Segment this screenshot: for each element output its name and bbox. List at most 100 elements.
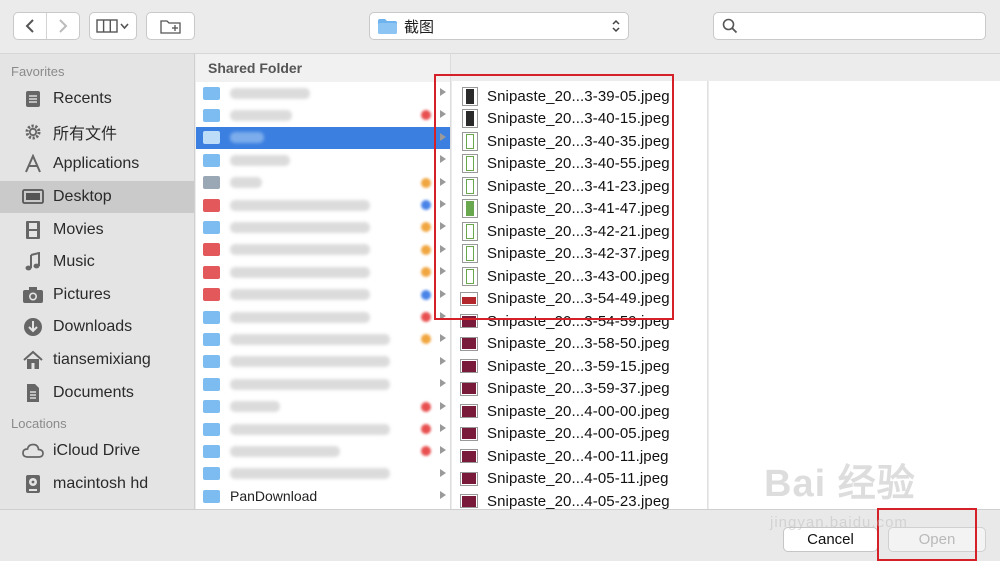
folder-icon bbox=[203, 310, 220, 324]
folder-row[interactable] bbox=[196, 440, 450, 462]
folder-icon bbox=[203, 422, 220, 436]
image-thumbnail-icon bbox=[460, 336, 478, 351]
file-row[interactable]: Snipaste_20...3-59-15.jpeg bbox=[452, 355, 707, 378]
file-row[interactable]: Snipaste_20...3-58-50.jpeg bbox=[452, 333, 707, 356]
search-field[interactable] bbox=[713, 12, 986, 40]
folder-icon bbox=[203, 153, 220, 167]
sidebar-item-recents[interactable]: Recents bbox=[0, 83, 194, 116]
folder-icon bbox=[203, 333, 220, 347]
tag-dot bbox=[421, 200, 431, 210]
folder-row[interactable] bbox=[196, 82, 450, 104]
folder-icon bbox=[203, 198, 220, 212]
folder-icon bbox=[203, 377, 220, 391]
applications-icon bbox=[22, 153, 44, 175]
desktop-icon bbox=[22, 186, 44, 208]
disclosure-arrow-icon bbox=[440, 446, 446, 455]
sidebar: Favorites Recents 所有文件 Applications Desktop… bbox=[0, 54, 195, 509]
folder-row[interactable] bbox=[196, 126, 450, 150]
folder-row[interactable] bbox=[196, 463, 450, 485]
gear-icon bbox=[22, 121, 44, 143]
sidebar-item-label: Documents bbox=[53, 383, 134, 401]
file-row[interactable]: Snipaste_20...3-59-37.jpeg bbox=[452, 378, 707, 401]
sidebar-item-tiansemixiang[interactable]: tiansemixiang bbox=[0, 344, 194, 377]
disclosure-arrow-icon bbox=[440, 424, 446, 432]
sidebar-item-macintosh-hd[interactable]: macintosh hd bbox=[0, 468, 194, 501]
search-input[interactable] bbox=[744, 18, 974, 34]
sidebar-item-music[interactable]: Music bbox=[0, 246, 194, 279]
forward-button[interactable] bbox=[46, 13, 79, 39]
sidebar-item-desktop[interactable]: Desktop bbox=[0, 180, 194, 214]
file-name: Snipaste_20...4-05-11.jpeg bbox=[487, 470, 669, 488]
folder-row[interactable] bbox=[196, 396, 450, 418]
blurred-folder-name bbox=[230, 222, 370, 234]
folder-row-pandownload[interactable]: PanDownload bbox=[196, 485, 450, 507]
blurred-folder-name bbox=[230, 311, 370, 323]
sidebar-item-icloud-drive[interactable]: iCloud Drive bbox=[0, 435, 194, 468]
folder-icon bbox=[203, 467, 220, 481]
folder-row[interactable] bbox=[196, 261, 450, 283]
folder-row[interactable] bbox=[196, 216, 450, 238]
sidebar-item-label: Pictures bbox=[53, 285, 111, 303]
sidebar-item-all-files[interactable]: 所有文件 bbox=[0, 116, 194, 149]
music-note-icon bbox=[22, 251, 44, 273]
back-button[interactable] bbox=[14, 13, 46, 39]
updown-chevron-icon bbox=[612, 19, 620, 33]
folder-row[interactable] bbox=[196, 328, 450, 350]
disclosure-arrow-icon bbox=[440, 334, 446, 343]
sidebar-item-pictures[interactable]: Pictures bbox=[0, 279, 194, 312]
watermark-url: jingyan.baidu.com bbox=[770, 514, 908, 531]
folder-row[interactable] bbox=[196, 284, 450, 306]
folder-row[interactable] bbox=[196, 194, 450, 216]
path-dropdown[interactable]: 截图 bbox=[369, 12, 629, 40]
camera-icon bbox=[22, 284, 44, 306]
file-row[interactable]: Snipaste_20...4-00-05.jpeg bbox=[452, 423, 707, 446]
tag-dot bbox=[421, 334, 431, 345]
image-thumbnail-icon bbox=[460, 381, 478, 396]
recents-icon bbox=[22, 88, 44, 110]
toolbar: 截图 bbox=[0, 0, 1000, 54]
blurred-folder-name bbox=[230, 289, 370, 301]
sidebar-item-documents[interactable]: Documents bbox=[0, 376, 194, 409]
folder-icon bbox=[203, 86, 220, 100]
file-row[interactable]: Snipaste_20...4-00-00.jpeg bbox=[452, 400, 707, 423]
file-row[interactable]: Snipaste_20...4-00-11.jpeg bbox=[452, 445, 707, 468]
tag-dot bbox=[421, 401, 431, 412]
watermark: Bai 经验 jingyan.baidu.com bbox=[764, 452, 994, 542]
folder-row[interactable] bbox=[196, 351, 450, 373]
blurred-folder-name bbox=[230, 378, 390, 390]
blurred-folder-name bbox=[230, 244, 370, 256]
file-name: Snipaste_20...4-00-00.jpeg bbox=[487, 402, 670, 420]
folder-row[interactable] bbox=[196, 104, 450, 126]
folder-row[interactable] bbox=[196, 149, 450, 171]
film-icon bbox=[22, 219, 44, 241]
folder-row[interactable] bbox=[196, 373, 450, 395]
view-options-button[interactable] bbox=[89, 12, 137, 40]
sidebar-item-downloads[interactable]: Downloads bbox=[0, 311, 194, 344]
folder-icon bbox=[203, 400, 220, 414]
tag-dot bbox=[421, 110, 431, 121]
file-row[interactable]: Snipaste_20...4-05-11.jpeg bbox=[452, 468, 707, 491]
blurred-folder-name bbox=[230, 401, 280, 413]
folder-icon bbox=[378, 18, 397, 34]
blurred-folder-name bbox=[230, 356, 390, 368]
folder-icon bbox=[203, 131, 220, 145]
file-name: Snipaste_20...3-58-50.jpeg bbox=[487, 335, 670, 353]
file-name: Snipaste_20...3-59-15.jpeg bbox=[487, 357, 670, 375]
sidebar-item-label: Applications bbox=[53, 155, 140, 173]
preview-column bbox=[709, 81, 1000, 509]
locations-list: iCloud Drive macintosh hd bbox=[0, 435, 194, 500]
column-view-icon bbox=[96, 19, 129, 33]
folder-row[interactable] bbox=[196, 418, 450, 440]
new-folder-button[interactable] bbox=[146, 12, 195, 40]
path-label: 截图 bbox=[404, 18, 435, 36]
file-row[interactable]: Snipaste_20...4-05-23.jpeg bbox=[452, 490, 707, 509]
image-thumbnail-icon bbox=[460, 359, 478, 374]
folder-row[interactable] bbox=[196, 239, 450, 261]
sidebar-item-applications[interactable]: Applications bbox=[0, 148, 194, 181]
folder-row[interactable] bbox=[196, 172, 450, 194]
file-name: Snipaste_20...3-59-37.jpeg bbox=[487, 380, 670, 398]
folder-row[interactable] bbox=[196, 306, 450, 328]
tag-dot bbox=[421, 424, 431, 434]
column-header: Shared Folder bbox=[196, 54, 450, 82]
sidebar-item-movies[interactable]: Movies bbox=[0, 213, 194, 246]
